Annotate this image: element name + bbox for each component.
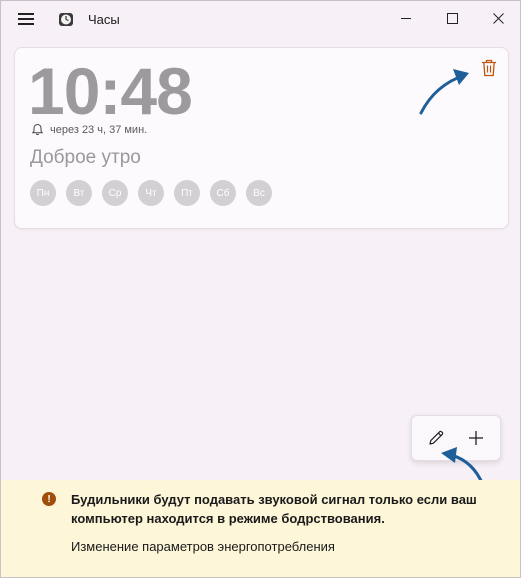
warning-message: Будильники будут подавать звуковой сигна…	[71, 492, 477, 526]
day-tue: Вт	[66, 180, 92, 206]
maximize-icon	[446, 12, 458, 24]
day-thu: Чт	[138, 180, 164, 206]
minimize-button[interactable]	[383, 1, 429, 35]
day-mon: Пн	[30, 180, 56, 206]
day-sat: Сб	[210, 180, 236, 206]
minimize-icon	[400, 17, 411, 19]
alarm-action-bar	[411, 415, 501, 461]
title-bar: Часы	[1, 1, 520, 37]
time-remaining: через 23 ч, 37 мин.	[50, 124, 148, 136]
alarm-time: 10:48	[28, 54, 193, 128]
clock-icon	[59, 13, 73, 26]
plus-icon	[469, 431, 483, 445]
pencil-icon	[429, 430, 444, 445]
maximize-button[interactable]	[429, 1, 475, 35]
trash-icon	[482, 59, 496, 77]
app-title: Часы	[88, 12, 120, 27]
delete-alarm-button[interactable]	[477, 56, 501, 80]
close-button[interactable]	[475, 1, 520, 35]
day-sun: Вс	[246, 180, 272, 206]
hamburger-icon[interactable]	[18, 12, 34, 26]
alarm-card[interactable]: 10:48 через 23 ч, 37 мин. Доброе утро Пн…	[14, 47, 509, 229]
alarm-name: Доброе утро	[30, 147, 141, 168]
sleep-warning-banner: ! Будильники будут подавать звуковой сиг…	[1, 480, 520, 577]
add-alarm-button[interactable]	[462, 424, 490, 452]
day-fri: Пт	[174, 180, 200, 206]
weekday-list: Пн Вт Ср Чт Пт Сб Вс	[30, 180, 272, 206]
close-icon	[492, 12, 504, 24]
power-settings-link[interactable]: Изменение параметров энергопотребления	[71, 539, 335, 554]
clock-app-window: Часы 10:48 через 23 ч, 37 мин. Доброе ут…	[0, 0, 521, 578]
day-wed: Ср	[102, 180, 128, 206]
warning-icon: !	[42, 492, 56, 506]
edit-alarms-button[interactable]	[422, 424, 450, 452]
bell-icon	[31, 123, 44, 136]
